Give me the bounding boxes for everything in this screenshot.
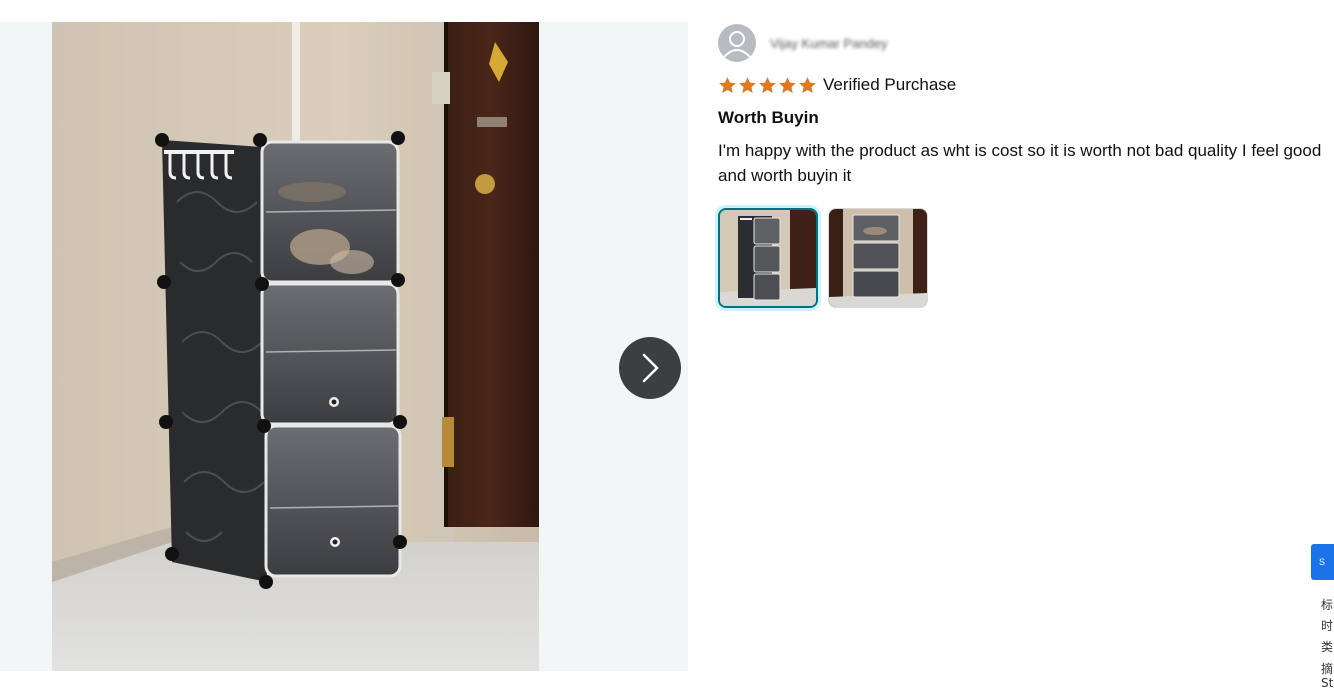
star-rating[interactable]	[718, 76, 817, 95]
review-thumbnails	[718, 208, 1334, 308]
star-icon	[718, 76, 737, 95]
review-panel: Vijay Kumar Pandey Verified Purchase Wor…	[718, 22, 1334, 308]
chevron-right-icon	[642, 353, 659, 383]
media-viewer	[0, 22, 688, 671]
reviewer-name[interactable]: Vijay Kumar Pandey	[770, 36, 888, 51]
overlay-text: 摘	[1321, 662, 1334, 676]
overlay-text: 类	[1321, 640, 1334, 654]
overlay-text: St	[1321, 676, 1334, 690]
overlay-text: 标	[1321, 598, 1334, 612]
overlay-text: 时	[1321, 619, 1334, 633]
review-photo-large	[52, 22, 539, 671]
star-icon	[798, 76, 817, 95]
rating-row: Verified Purchase	[718, 73, 1334, 97]
avatar	[718, 24, 756, 62]
review-body: I'm happy with the product as wht is cos…	[718, 141, 1322, 185]
star-icon	[778, 76, 797, 95]
review-thumbnail[interactable]	[718, 208, 818, 308]
next-image-button[interactable]	[619, 337, 681, 399]
overlay-button[interactable]: S	[1311, 544, 1334, 580]
star-icon	[738, 76, 757, 95]
star-icon	[758, 76, 777, 95]
review-title: Worth Buyin	[718, 108, 819, 127]
user-icon	[723, 31, 751, 58]
reviewer-profile[interactable]: Vijay Kumar Pandey	[718, 22, 1334, 64]
verified-purchase-badge: Verified Purchase	[823, 75, 957, 94]
review-thumbnail[interactable]	[828, 208, 928, 308]
